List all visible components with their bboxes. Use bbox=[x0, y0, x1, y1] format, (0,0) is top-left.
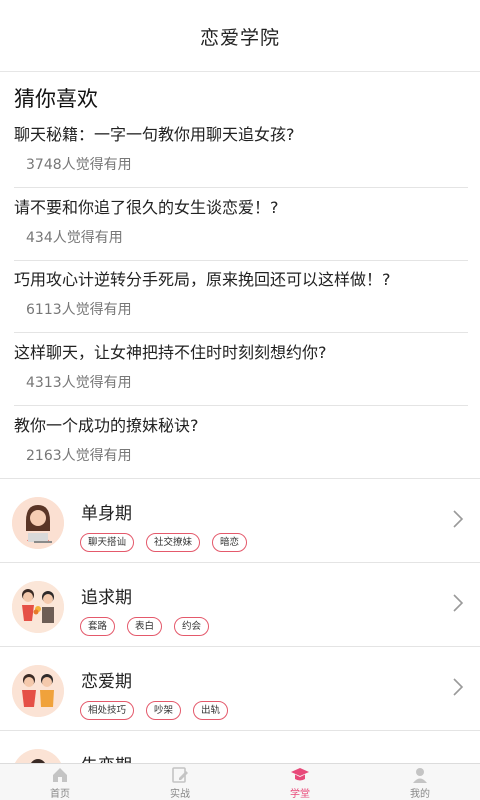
tab-label: 学堂 bbox=[290, 789, 310, 800]
user-icon bbox=[413, 768, 427, 783]
tag[interactable]: 约会 bbox=[174, 617, 210, 636]
chevron-right-icon bbox=[453, 594, 464, 612]
stage-title: 单身期 bbox=[81, 504, 132, 524]
chevron-right-icon bbox=[453, 678, 464, 696]
stage-item-pursuit[interactable]: 追求期 套路 表白 约会 bbox=[0, 563, 480, 647]
tab-label: 首页 bbox=[50, 789, 70, 800]
single-person-laptop-icon bbox=[12, 497, 64, 549]
tab-school[interactable]: 学堂 bbox=[240, 764, 360, 800]
section-title-recommend: 猜你喜欢 bbox=[14, 87, 98, 111]
article-title: 聊天秘籍：一字一句教你用聊天追女孩? bbox=[14, 125, 295, 144]
article-useful-count: 434人觉得有用 bbox=[26, 230, 123, 246]
stage-item-love[interactable]: 恋爱期 相处技巧 吵架 出轨 bbox=[0, 647, 480, 731]
pursuit-flowers-icon bbox=[12, 581, 64, 633]
stage-item-breakup[interactable]: 失恋期 bbox=[0, 731, 480, 763]
home-icon bbox=[53, 768, 67, 782]
stage-title: 追求期 bbox=[81, 588, 132, 608]
tag[interactable]: 相处技巧 bbox=[80, 701, 135, 720]
stage-title: 失恋期 bbox=[81, 751, 132, 763]
tab-label: 我的 bbox=[410, 789, 430, 800]
article-title: 请不要和你追了很久的女生谈恋爱！? bbox=[14, 198, 279, 217]
article-useful-count: 2163人觉得有用 bbox=[26, 448, 132, 464]
stage-title: 恋爱期 bbox=[81, 672, 132, 692]
couple-icon bbox=[12, 665, 64, 717]
edit-icon bbox=[172, 767, 188, 783]
graduation-cap-icon bbox=[291, 768, 309, 781]
chevron-right-icon bbox=[453, 510, 464, 528]
main-content[interactable]: 猜你喜欢 聊天秘籍：一字一句教你用聊天追女孩? 3748人觉得有用 请不要和你追… bbox=[0, 73, 480, 763]
breakup-icon bbox=[12, 749, 64, 763]
tag[interactable]: 吵架 bbox=[146, 701, 182, 720]
page-title: 恋爱学院 bbox=[199, 27, 280, 49]
stage-tags: 相处技巧 吵架 出轨 bbox=[80, 701, 229, 720]
tag[interactable]: 社交撩妹 bbox=[146, 533, 201, 552]
tag[interactable]: 表白 bbox=[127, 617, 163, 636]
tab-home[interactable]: 首页 bbox=[0, 764, 120, 800]
tab-mine[interactable]: 我的 bbox=[360, 764, 480, 800]
article-item[interactable]: 巧用攻心计逆转分手死局，原来挽回还可以这样做！? 6113人觉得有用 bbox=[0, 260, 480, 333]
stage-tags: 聊天搭讪 社交撩妹 暗恋 bbox=[80, 533, 248, 552]
tag[interactable]: 套路 bbox=[80, 617, 116, 636]
article-useful-count: 4313人觉得有用 bbox=[26, 375, 132, 391]
tab-practice[interactable]: 实战 bbox=[120, 764, 240, 800]
tag[interactable]: 暗恋 bbox=[212, 533, 248, 552]
tab-label: 实战 bbox=[170, 789, 190, 800]
tag[interactable]: 出轨 bbox=[193, 701, 229, 720]
article-title: 巧用攻心计逆转分手死局，原来挽回还可以这样做！? bbox=[14, 270, 391, 289]
article-useful-count: 6113人觉得有用 bbox=[26, 302, 132, 318]
article-title: 这样聊天，让女神把持不住时时刻刻想约你? bbox=[14, 343, 327, 362]
tag[interactable]: 聊天搭讪 bbox=[80, 533, 135, 552]
bottom-tab-bar: 首页 实战 学堂 我的 bbox=[0, 763, 480, 800]
article-item[interactable]: 教你一个成功的撩妹秘诀? 2163人觉得有用 bbox=[0, 406, 480, 479]
article-item[interactable]: 这样聊天，让女神把持不住时时刻刻想约你? 4313人觉得有用 bbox=[0, 333, 480, 406]
app-header: 恋爱学院 bbox=[0, 0, 480, 72]
article-title: 教你一个成功的撩妹秘诀? bbox=[14, 416, 199, 435]
article-item[interactable]: 请不要和你追了很久的女生谈恋爱！? 434人觉得有用 bbox=[0, 188, 480, 261]
article-useful-count: 3748人觉得有用 bbox=[26, 157, 132, 173]
article-item[interactable]: 聊天秘籍：一字一句教你用聊天追女孩? 3748人觉得有用 bbox=[0, 115, 480, 188]
stage-item-single[interactable]: 单身期 聊天搭讪 社交撩妹 暗恋 bbox=[0, 479, 480, 563]
stage-tags: 套路 表白 约会 bbox=[80, 617, 210, 636]
